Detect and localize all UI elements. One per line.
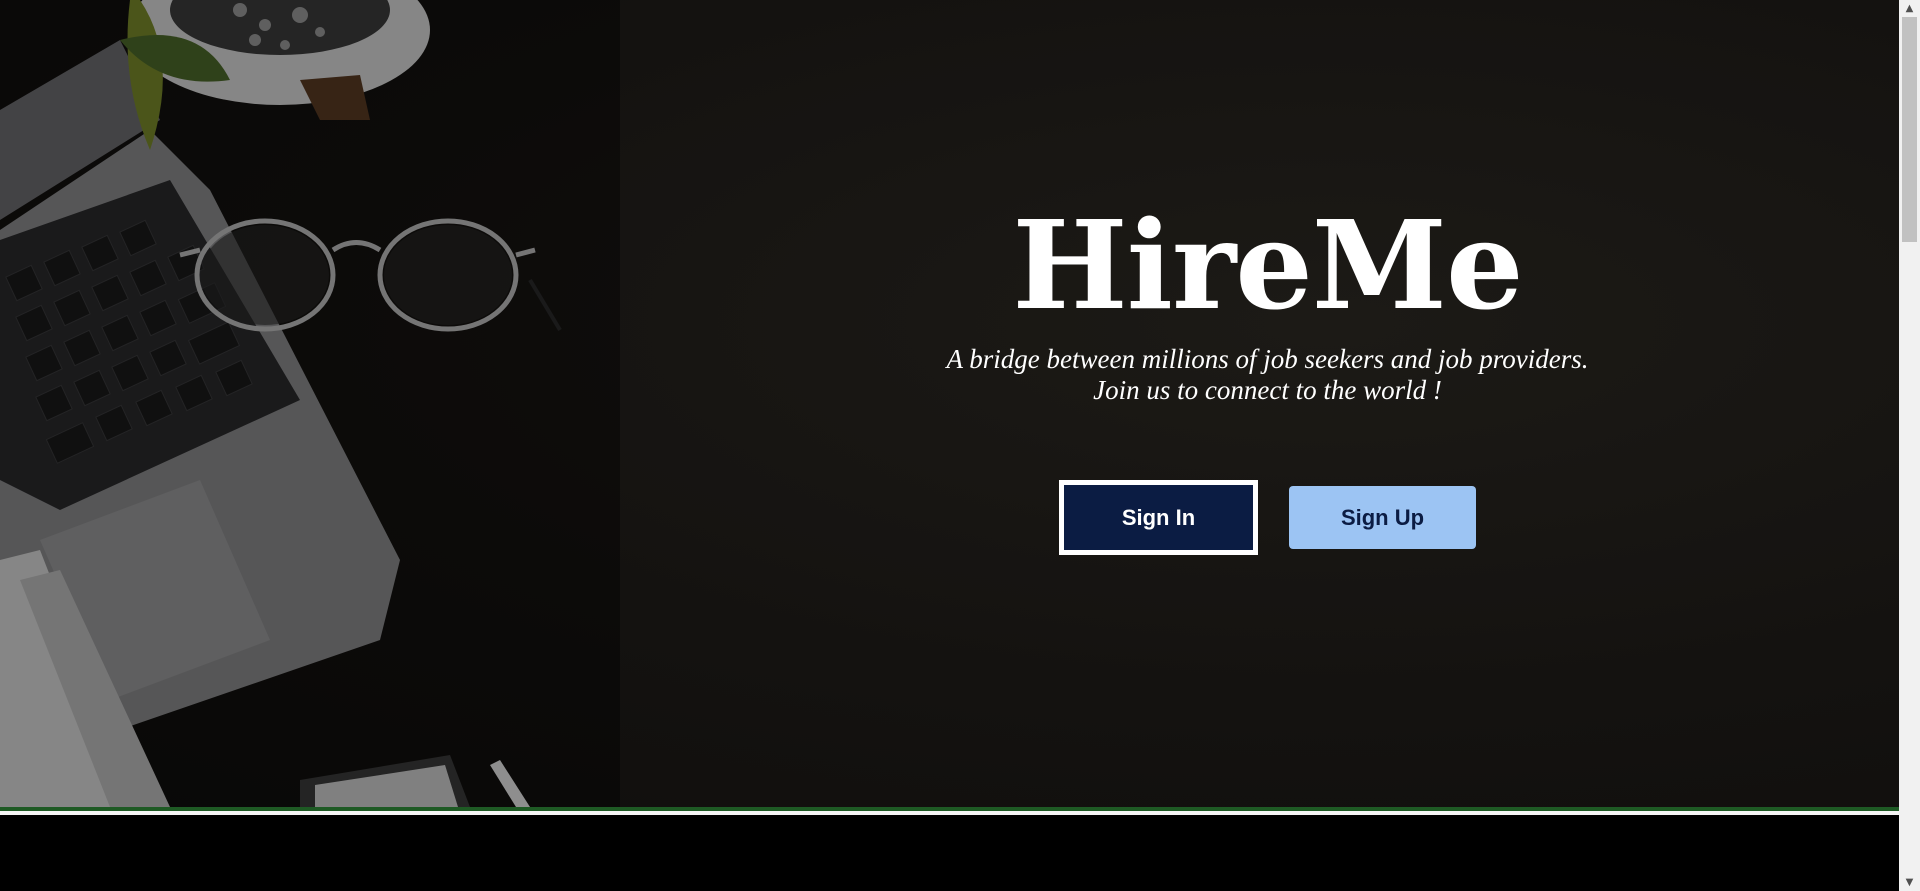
footer-section <box>0 815 1899 891</box>
site-title: HireMe <box>1012 193 1523 337</box>
vertical-scrollbar[interactable]: ▲ ▼ <box>1899 0 1920 891</box>
tagline: A bridge between millions of job seekers… <box>900 344 1635 406</box>
scroll-down-icon[interactable]: ▼ <box>1899 874 1920 891</box>
auth-buttons: Sign In Sign Up <box>1059 480 1479 556</box>
sign-up-button[interactable]: Sign Up <box>1289 486 1476 549</box>
landing-page: HireMe A bridge between millions of job … <box>0 0 1920 891</box>
scroll-thumb[interactable] <box>1902 17 1917 242</box>
hero-section: HireMe A bridge between millions of job … <box>0 0 1899 807</box>
scroll-up-icon[interactable]: ▲ <box>1899 0 1920 17</box>
desk-background-image <box>0 0 620 807</box>
sign-in-button[interactable]: Sign In <box>1059 480 1258 555</box>
hero-content: HireMe A bridge between millions of job … <box>900 200 1635 406</box>
tagline-line-2: Join us to connect to the world ! <box>1093 375 1442 405</box>
tagline-line-1: A bridge between millions of job seekers… <box>946 344 1589 374</box>
